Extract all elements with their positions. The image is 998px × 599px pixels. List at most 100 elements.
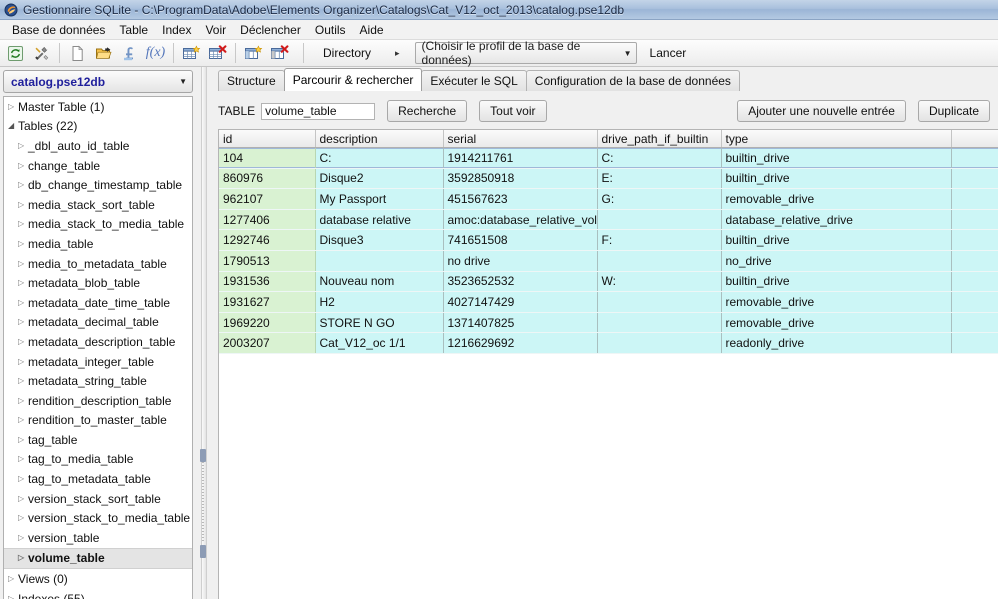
new-file-button[interactable] bbox=[65, 41, 90, 65]
cell-drive_path_if_builtin[interactable]: W: bbox=[597, 271, 722, 293]
table-row[interactable]: 1931536 Nouveau nom 3523652532 W: builtin_dr… bbox=[219, 271, 998, 293]
chevron-right-icon[interactable]: ▷ bbox=[18, 298, 28, 307]
cell-serial[interactable]: 1216629692 bbox=[443, 332, 598, 354]
cell-id[interactable]: 1790513 bbox=[219, 250, 316, 272]
table-row[interactable]: 1931627 H2 4027147429 removable_drive bbox=[219, 291, 998, 313]
chevron-right-icon[interactable]: ▷ bbox=[18, 554, 28, 562]
tree-item-rendition-to-master-table[interactable]: ▷ rendition_to_master_table bbox=[4, 411, 192, 431]
directory-menu-button[interactable]: Directory ▸ bbox=[309, 42, 406, 64]
cell-drive_path_if_builtin[interactable]: G: bbox=[597, 188, 722, 210]
cell-type[interactable]: readonly_drive bbox=[721, 332, 952, 354]
cell-row-tail[interactable] bbox=[951, 229, 998, 251]
cell-serial[interactable]: 741651508 bbox=[443, 229, 598, 251]
chevron-right-icon[interactable]: ▷ bbox=[18, 279, 28, 287]
tree-item-metadata-date-time-table[interactable]: ▷ metadata_date_time_table bbox=[4, 293, 192, 313]
tab-ex-cuter-le-sql[interactable]: Exécuter le SQL bbox=[421, 70, 527, 91]
table-row[interactable]: 1790513 no drive no_drive bbox=[219, 250, 998, 272]
new-table-button[interactable] bbox=[179, 41, 204, 65]
tree-item-tag-table[interactable]: ▷ tag_table bbox=[4, 430, 192, 450]
chevron-right-icon[interactable]: ▷ bbox=[18, 181, 28, 189]
cell-row-tail[interactable] bbox=[951, 147, 998, 169]
cell-drive_path_if_builtin[interactable] bbox=[597, 312, 722, 334]
chevron-right-icon[interactable]: ▷ bbox=[18, 475, 28, 483]
table-row[interactable]: 104 C: 1914211761 C: builtin_drive bbox=[219, 147, 998, 169]
table-row[interactable]: 2003207 Cat_V12_oc 1/1 1216629692 readonly_… bbox=[219, 332, 998, 354]
delete-table-button[interactable] bbox=[205, 41, 230, 65]
tree-item-media-stack-to-media-table[interactable]: ▷ media_stack_to_media_table bbox=[4, 215, 192, 235]
open-folder-button[interactable] bbox=[91, 41, 116, 65]
column-header-serial[interactable]: serial bbox=[443, 130, 598, 148]
new-column-button[interactable] bbox=[241, 41, 266, 65]
cell-type[interactable]: removable_drive bbox=[721, 188, 952, 210]
menu-item-help[interactable]: Aide bbox=[353, 21, 391, 39]
cell-description[interactable] bbox=[315, 250, 444, 272]
cell-drive_path_if_builtin[interactable]: C: bbox=[597, 147, 722, 169]
chevron-right-icon[interactable]: ▷ bbox=[8, 575, 18, 583]
cell-drive_path_if_builtin[interactable]: F: bbox=[597, 229, 722, 251]
chevron-right-icon[interactable]: ▷ bbox=[18, 318, 28, 326]
chevron-right-icon[interactable]: ▷ bbox=[18, 220, 28, 228]
chevron-right-icon[interactable]: ▷ bbox=[18, 200, 28, 209]
tree-item-master-table-1[interactable]: ▷ Master Table (1) bbox=[4, 97, 192, 117]
tree-item-db-change-timestamp-table[interactable]: ▷ db_change_timestamp_table bbox=[4, 175, 192, 195]
chevron-right-icon[interactable]: ▷ bbox=[18, 357, 28, 366]
cell-row-tail[interactable] bbox=[951, 188, 998, 210]
cell-description[interactable]: database relative bbox=[315, 209, 444, 231]
tree-item-version-table[interactable]: ▷ version_table bbox=[4, 528, 192, 548]
menu-item-table[interactable]: Table bbox=[112, 21, 155, 39]
column-header-id[interactable]: id bbox=[219, 130, 316, 148]
tree-item-metadata-integer-table[interactable]: ▷ metadata_integer_table bbox=[4, 352, 192, 372]
cell-drive_path_if_builtin[interactable]: E: bbox=[597, 168, 722, 190]
tree-item-dbl-auto-id-table[interactable]: ▷ _dbl_auto_id_table bbox=[4, 136, 192, 156]
cell-row-tail[interactable] bbox=[951, 312, 998, 334]
database-select[interactable]: catalog.pse12db ▼ bbox=[3, 70, 193, 93]
cell-id[interactable]: 860976 bbox=[219, 168, 316, 190]
cell-row-tail[interactable] bbox=[951, 209, 998, 231]
duplicate-button[interactable]: Duplicate bbox=[917, 100, 990, 122]
tree-item-tag-to-metadata-table[interactable]: ▷ tag_to_metadata_table bbox=[4, 469, 192, 489]
cell-drive_path_if_builtin[interactable] bbox=[597, 291, 722, 313]
cell-id[interactable]: 1931536 bbox=[219, 271, 316, 293]
cell-serial[interactable]: 1914211761 bbox=[443, 147, 598, 169]
cell-id[interactable]: 1277406 bbox=[219, 209, 316, 231]
cell-description[interactable]: H2 bbox=[315, 291, 444, 313]
cell-type[interactable]: builtin_drive bbox=[721, 271, 952, 293]
chevron-right-icon[interactable]: ▷ bbox=[18, 494, 28, 503]
tree-item-version-stack-to-media-table[interactable]: ▷ version_stack_to_media_table bbox=[4, 508, 192, 528]
tab-structure[interactable]: Structure bbox=[218, 70, 285, 91]
chevron-right-icon[interactable]: ▷ bbox=[18, 435, 28, 444]
cell-row-tail[interactable] bbox=[951, 168, 998, 190]
cell-serial[interactable]: 3523652532 bbox=[443, 271, 598, 293]
cell-description[interactable]: STORE N GO bbox=[315, 312, 444, 334]
database-profile-select[interactable]: (Choisir le profil de la base de données… bbox=[414, 39, 637, 67]
cell-type[interactable]: removable_drive bbox=[721, 291, 952, 313]
tree-item-metadata-decimal-table[interactable]: ▷ metadata_decimal_table bbox=[4, 313, 192, 333]
table-name-input[interactable] bbox=[261, 102, 376, 120]
table-row[interactable]: 860976 Disque2 3592850918 E: builtin_drive bbox=[219, 168, 998, 190]
tree-item-volume-table[interactable]: ▷ volume_table bbox=[4, 547, 192, 570]
menu-item-database[interactable]: Base de données bbox=[5, 21, 112, 39]
splitter-grip-top[interactable] bbox=[200, 449, 206, 462]
chevron-right-icon[interactable]: ▷ bbox=[8, 102, 18, 111]
tab-configuration-de-la-base-de-donn-es[interactable]: Configuration de la base de données bbox=[525, 70, 740, 91]
tree-item-rendition-description-table[interactable]: ▷ rendition_description_table bbox=[4, 391, 192, 411]
add-new-entry-button[interactable]: Ajouter une nouvelle entrée bbox=[737, 100, 906, 122]
chevron-right-icon[interactable]: ▷ bbox=[18, 416, 28, 424]
function-button[interactable]: f(x) bbox=[143, 41, 168, 65]
tree-item-version-stack-sort-table[interactable]: ▷ version_stack_sort_table bbox=[4, 489, 192, 509]
cell-drive_path_if_builtin[interactable] bbox=[597, 332, 722, 354]
cell-id[interactable]: 2003207 bbox=[219, 332, 316, 354]
splitter-grip-bottom[interactable] bbox=[200, 545, 206, 558]
delete-column-button[interactable] bbox=[267, 41, 292, 65]
cell-type[interactable]: database_relative_drive bbox=[721, 209, 952, 231]
tree-item-indexes-55[interactable]: ▷ Indexes (55) bbox=[4, 589, 192, 599]
run-profile-button[interactable]: Lancer bbox=[650, 46, 687, 60]
cell-description[interactable]: My Passport bbox=[315, 188, 444, 210]
tree-item-metadata-description-table[interactable]: ▷ metadata_description_table bbox=[4, 332, 192, 352]
cell-drive_path_if_builtin[interactable] bbox=[597, 209, 722, 231]
tree-item-media-to-metadata-table[interactable]: ▷ media_to_metadata_table bbox=[4, 254, 192, 274]
chevron-right-icon[interactable]: ▷ bbox=[18, 141, 28, 150]
cell-type[interactable]: builtin_drive bbox=[721, 147, 952, 169]
data-grid-container[interactable]: id description serial drive_path_if_builtin… bbox=[218, 129, 998, 599]
search-button[interactable]: Recherche bbox=[387, 100, 468, 122]
